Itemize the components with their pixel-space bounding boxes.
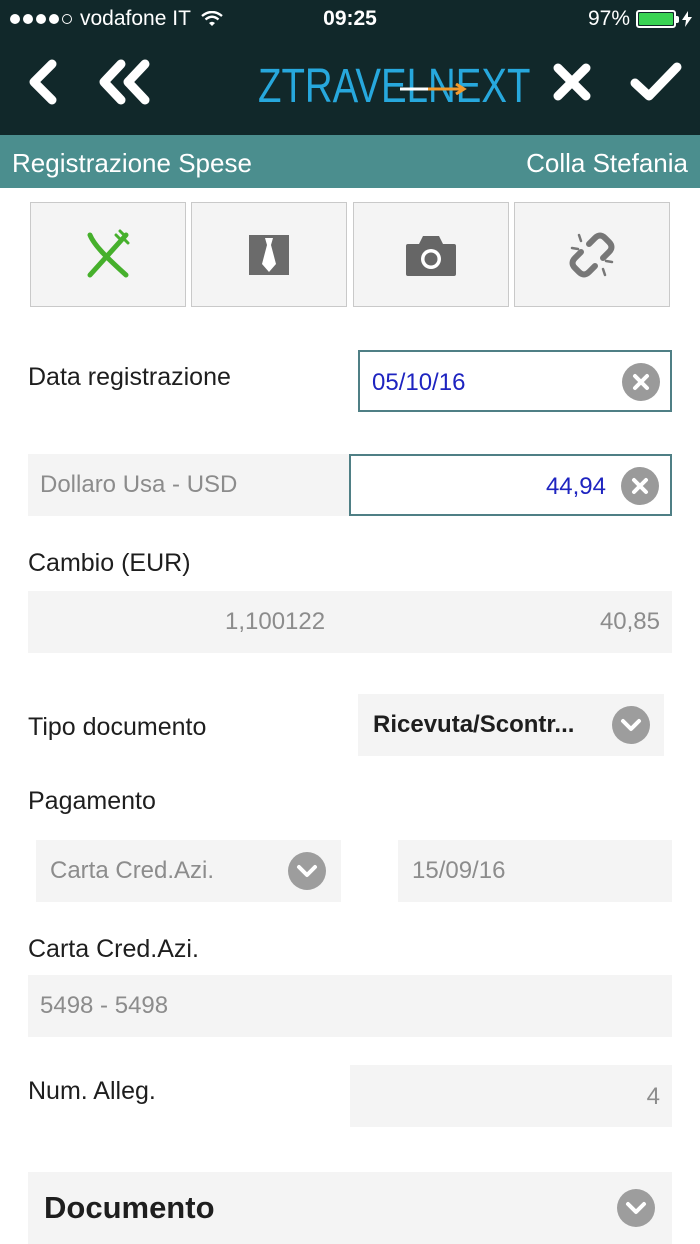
attachments-count-label: Num. Alleg. <box>28 1077 156 1105</box>
double-chevron-left-icon <box>99 59 150 105</box>
link-broken-icon <box>569 232 615 277</box>
fork-knife-icon <box>87 229 130 277</box>
back-button[interactable] <box>12 54 72 110</box>
document-type-value: Ricevuta/Scontr... <box>373 711 575 738</box>
document-section-title: Documento <box>44 1190 215 1225</box>
category-unlink-button[interactable] <box>514 202 670 307</box>
payment-date-field[interactable]: 15/09/16 <box>398 840 672 902</box>
chevron-down-icon <box>288 852 326 890</box>
category-meal-button[interactable] <box>30 202 186 307</box>
chevron-left-icon <box>29 59 57 105</box>
camera-icon <box>406 235 456 276</box>
document-type-label: Tipo documento <box>28 713 207 741</box>
charging-bolt-icon <box>682 11 692 27</box>
payment-method-value: Carta Cred.Azi. <box>50 857 215 884</box>
currency-select[interactable]: Dollaro Usa - USD <box>28 454 350 516</box>
confirm-button[interactable] <box>626 54 686 110</box>
battery-icon <box>636 10 679 28</box>
amount-field[interactable]: 44,94 <box>349 454 672 516</box>
chevron-down-icon <box>617 1189 655 1227</box>
payment-date-value: 15/09/16 <box>412 857 506 884</box>
status-bar: vodafone IT 09:25 97% <box>0 0 700 36</box>
document-section-header[interactable]: Documento <box>28 1172 672 1244</box>
credit-card-label: Carta Cred.Azi. <box>28 935 199 963</box>
ztravel-next-logo: ZTRAVEL NEXT <box>258 58 530 114</box>
registration-date-label: Data registrazione <box>28 363 231 391</box>
exchange-rate-value: 1,100122 <box>225 608 326 635</box>
close-icon <box>553 63 591 101</box>
document-type-select[interactable]: Ricevuta/Scontr... <box>358 694 664 756</box>
amount-value: 44,94 <box>545 473 606 500</box>
checkmark-icon <box>630 62 682 101</box>
close-button[interactable] <box>542 54 602 110</box>
payment-method-select[interactable]: Carta Cred.Azi. <box>36 840 341 902</box>
exchange-rate-label: Cambio (EUR) <box>28 549 191 577</box>
currency-value: Dollaro Usa - USD <box>40 471 238 498</box>
tie-icon <box>249 234 289 275</box>
category-camera-button[interactable] <box>353 202 509 307</box>
payment-label: Pagamento <box>28 787 156 815</box>
clear-date-button[interactable] <box>622 363 660 401</box>
logo-arrow-icon <box>400 83 467 95</box>
top-bar: vodafone IT 09:25 97% ZTRAVEL NEXT <box>0 0 700 135</box>
credit-card-field[interactable]: 5498 - 5498 <box>28 975 672 1037</box>
clear-icon <box>632 478 648 494</box>
registration-date-field[interactable]: 05/10/16 <box>358 350 672 412</box>
nav-bar: ZTRAVEL NEXT <box>0 36 700 135</box>
chevron-down-icon <box>612 706 650 744</box>
registration-date-value: 05/10/16 <box>372 369 466 396</box>
category-business-button[interactable] <box>191 202 347 307</box>
attachments-count-field[interactable]: 4 <box>350 1065 672 1127</box>
page-title: Registrazione Spese <box>12 148 252 178</box>
attachments-count-value: 4 <box>646 1083 660 1110</box>
title-bar: Registrazione Spese Colla Stefania <box>0 135 700 188</box>
user-name: Colla Stefania <box>526 148 688 178</box>
battery-percentage: 97% <box>587 7 630 30</box>
exchange-rate-row: 1,100122 40,85 <box>28 591 672 653</box>
credit-card-value: 5498 - 5498 <box>40 992 169 1019</box>
converted-amount-value: 40,85 <box>599 608 660 635</box>
clear-icon <box>633 374 649 390</box>
clear-amount-button[interactable] <box>621 467 659 505</box>
back-all-button[interactable] <box>95 54 155 110</box>
status-right: 97% <box>588 7 692 31</box>
